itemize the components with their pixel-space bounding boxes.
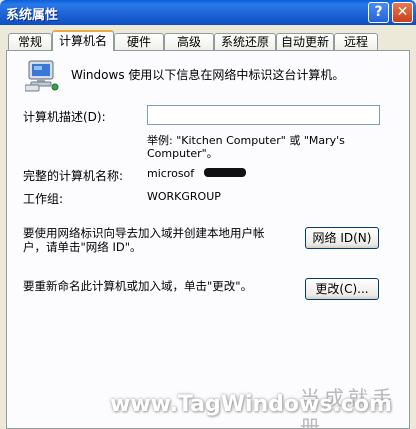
close-button[interactable]: ✕ [392, 2, 413, 23]
title-bar[interactable]: 系统属性 ? ✕ [0, 0, 416, 25]
tab-advanced[interactable]: 高级 [164, 33, 214, 50]
watermark-text: www.TagWindows.com [110, 392, 392, 417]
tab-automatic-updates[interactable]: 自动更新 [276, 33, 334, 50]
full-name-value: microsof [147, 167, 195, 180]
description-input[interactable] [147, 105, 380, 125]
rename-text: 要重新命名此计算机或加入域，单击"更改"。 [23, 279, 253, 293]
intro-text: Windows 使用以下信息在网络中标识这台计算机。 [71, 68, 345, 82]
network-id-text-2: 户，请单击"网络 ID"。 [23, 240, 142, 254]
full-name-label: 完整的计算机名称: [23, 169, 124, 183]
help-button[interactable]: ? [368, 2, 389, 23]
network-id-button[interactable]: 网络 ID(N) [305, 227, 379, 249]
tab-computer-name[interactable]: 计算机名 [52, 30, 114, 51]
example-text-2: Computer"。 [147, 147, 218, 160]
redacted-mark [204, 168, 246, 177]
computer-icon [25, 60, 59, 92]
tab-hardware[interactable]: 硬件 [114, 33, 164, 50]
tab-system-restore[interactable]: 系统还原 [214, 33, 276, 50]
workgroup-label: 工作组: [23, 192, 64, 206]
tab-remote[interactable]: 远程 [334, 33, 378, 50]
window-title: 系统属性 [6, 8, 59, 23]
tab-general[interactable]: 常规 [8, 33, 52, 50]
workgroup-value: WORKGROUP [147, 190, 221, 203]
computer-name-panel: Windows 使用以下信息在网络中标识这台计算机。 计算机描述(D): 举例:… [6, 50, 410, 429]
change-button[interactable]: 更改(C)... [305, 278, 379, 300]
description-label: 计算机描述(D): [23, 110, 106, 124]
tab-strip: 常规 计算机名 硬件 高级 系统还原 自动更新 远程 [6, 30, 410, 51]
